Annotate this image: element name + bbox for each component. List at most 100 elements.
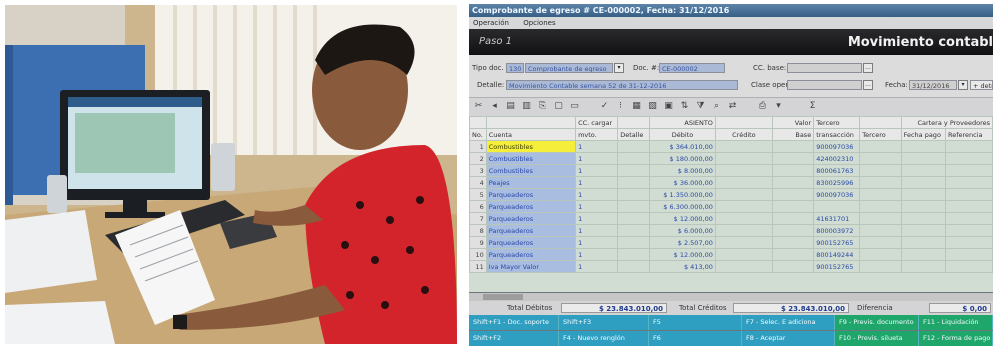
table-row[interactable]: 11 Iva Mayor Valor 1 $ 413,00 900152765	[469, 260, 993, 273]
account-cell[interactable]: Iva Mayor Valor	[485, 260, 577, 273]
account-cell[interactable]: Parqueaderos	[485, 224, 577, 237]
credito-cell[interactable]	[714, 248, 773, 261]
insert-row-icon[interactable]: ▤	[505, 101, 516, 112]
base-cell[interactable]	[771, 248, 815, 261]
check-icon[interactable]: ✓	[599, 101, 610, 112]
table-row[interactable]: 6 Parqueaderos 1 $ 6.300.000,00	[469, 200, 993, 213]
referencia-cell[interactable]	[944, 188, 993, 201]
dropdown-icon[interactable]: ▾	[773, 101, 784, 112]
cost-center-cell[interactable]: 1	[575, 248, 619, 261]
credito-cell[interactable]	[714, 176, 773, 189]
detalle-cell[interactable]	[617, 236, 651, 249]
find-replace-icon[interactable]: ⇄	[727, 101, 738, 112]
debito-cell[interactable]: $ 180.000,00	[649, 152, 716, 165]
col-header-base[interactable]: Base	[771, 128, 815, 141]
filter-icon[interactable]: ⧩	[695, 101, 706, 112]
col-header-mvto[interactable]: mvto.	[575, 128, 619, 141]
fecha-pago-cell[interactable]	[900, 176, 946, 189]
grid-icon[interactable]: ▦	[631, 101, 642, 112]
debito-cell[interactable]: $ 12.000,00	[649, 212, 716, 225]
base-cell[interactable]	[771, 224, 815, 237]
account-cell[interactable]: Parqueaderos	[485, 236, 577, 249]
col-header-referencia[interactable]: Referencia	[944, 128, 993, 141]
fecha-field[interactable]: 31/12/2016	[909, 80, 957, 90]
base-cell[interactable]	[771, 188, 815, 201]
clase-oper-lookup-button[interactable]: …	[863, 80, 873, 90]
cost-center-cell[interactable]: 1	[575, 188, 619, 201]
cc-base-field[interactable]	[787, 63, 862, 73]
function-key-button[interactable]: Shift+F1 - Doc. soporte	[469, 315, 559, 330]
referencia-cell[interactable]	[944, 140, 993, 153]
tercero-transaccion-cell[interactable]: 800003972	[813, 224, 861, 237]
base-cell[interactable]	[771, 200, 815, 213]
table-row[interactable]: 5 Parqueaderos 1 $ 1.350.000,00 900097036	[469, 188, 993, 201]
fecha-pago-cell[interactable]	[900, 164, 946, 177]
function-key-button[interactable]: F4 - Nuevo renglón	[559, 331, 649, 346]
base-cell[interactable]	[771, 260, 815, 273]
account-cell[interactable]: Combustibles	[485, 140, 577, 153]
debito-cell[interactable]: $ 1.350.000,00	[649, 188, 716, 201]
paste-icon[interactable]: ▢	[553, 101, 564, 112]
tercero-cell[interactable]	[859, 200, 902, 213]
referencia-cell[interactable]	[944, 236, 993, 249]
cost-center-cell[interactable]: 1	[575, 176, 619, 189]
scrollbar-thumb[interactable]	[483, 294, 523, 300]
credito-cell[interactable]	[714, 164, 773, 177]
copy-icon[interactable]: ⎘	[537, 101, 548, 112]
referencia-cell[interactable]	[944, 224, 993, 237]
tercero-cell[interactable]	[859, 152, 902, 165]
col-header-no[interactable]: No.	[469, 128, 487, 141]
tercero-cell[interactable]	[859, 140, 902, 153]
referencia-cell[interactable]	[944, 248, 993, 261]
tercero-cell[interactable]	[859, 248, 902, 261]
detalle-cell[interactable]	[617, 188, 651, 201]
menu-item-operacion[interactable]: Operación	[473, 19, 509, 27]
credito-cell[interactable]	[714, 236, 773, 249]
tipo-doc-select[interactable]: Comprobante de egreso	[525, 63, 613, 73]
calculator-icon[interactable]: ▣	[663, 101, 674, 112]
table-row[interactable]: 3 Combustibles 1 $ 8.000,00 800061763	[469, 164, 993, 177]
account-cell[interactable]: Combustibles	[485, 152, 577, 165]
table-row[interactable]: 9 Parqueaderos 1 $ 2.507,00 900152765	[469, 236, 993, 249]
referencia-cell[interactable]	[944, 200, 993, 213]
cc-base-lookup-button[interactable]: …	[863, 63, 873, 73]
cost-center-cell[interactable]: 1	[575, 236, 619, 249]
fecha-pago-cell[interactable]	[900, 200, 946, 213]
debito-cell[interactable]: $ 413,00	[649, 260, 716, 273]
debito-cell[interactable]: $ 2.507,00	[649, 236, 716, 249]
function-key-button[interactable]: Shift+F2	[469, 331, 559, 346]
search-icon[interactable]: ⌕	[711, 101, 722, 112]
fecha-pago-cell[interactable]	[900, 260, 946, 273]
table-row[interactable]: 1 Combustibles 1 $ 364.010,00 900097036	[469, 140, 993, 153]
tercero-transaccion-cell[interactable]: 800149244	[813, 248, 861, 261]
tercero-cell[interactable]	[859, 212, 902, 225]
account-cell[interactable]: Parqueaderos	[485, 248, 577, 261]
account-cell[interactable]: Parqueaderos	[485, 212, 577, 225]
doc-number-field[interactable]: CE-000002	[659, 63, 725, 73]
clear-icon[interactable]: ▭	[569, 101, 580, 112]
sort-icon[interactable]: ⇅	[679, 101, 690, 112]
delete-row-icon[interactable]: ▥	[521, 101, 532, 112]
detalle-cell[interactable]	[617, 248, 651, 261]
referencia-cell[interactable]	[944, 176, 993, 189]
function-key-button[interactable]: F9 - Previs. documento	[835, 315, 919, 330]
base-cell[interactable]	[771, 140, 815, 153]
referencia-cell[interactable]	[944, 260, 993, 273]
calendar-icon[interactable]: ▾	[958, 80, 968, 90]
table-row[interactable]: 8 Parqueaderos 1 $ 6.000,00 800003972	[469, 224, 993, 237]
function-key-button[interactable]: F8 - Aceptar	[742, 331, 835, 346]
tercero-transaccion-cell[interactable]	[813, 200, 861, 213]
tercero-cell[interactable]	[859, 260, 902, 273]
referencia-cell[interactable]	[944, 164, 993, 177]
credito-cell[interactable]	[714, 224, 773, 237]
tercero-transaccion-cell[interactable]: 800061763	[813, 164, 861, 177]
table-row[interactable]: 7 Parqueaderos 1 $ 12.000,00 41631701	[469, 212, 993, 225]
tercero-transaccion-cell[interactable]: 41631701	[813, 212, 861, 225]
table-row[interactable]: 2 Combustibles 1 $ 180.000,00 424002310	[469, 152, 993, 165]
fecha-pago-cell[interactable]	[900, 248, 946, 261]
function-key-button[interactable]: F7 - Selec. E adiciona	[742, 315, 835, 330]
debito-cell[interactable]: $ 36.000,00	[649, 176, 716, 189]
detalle-cell[interactable]	[617, 200, 651, 213]
tipo-doc-code-field[interactable]: 130	[506, 63, 524, 73]
account-cell[interactable]: Parqueaderos	[485, 188, 577, 201]
